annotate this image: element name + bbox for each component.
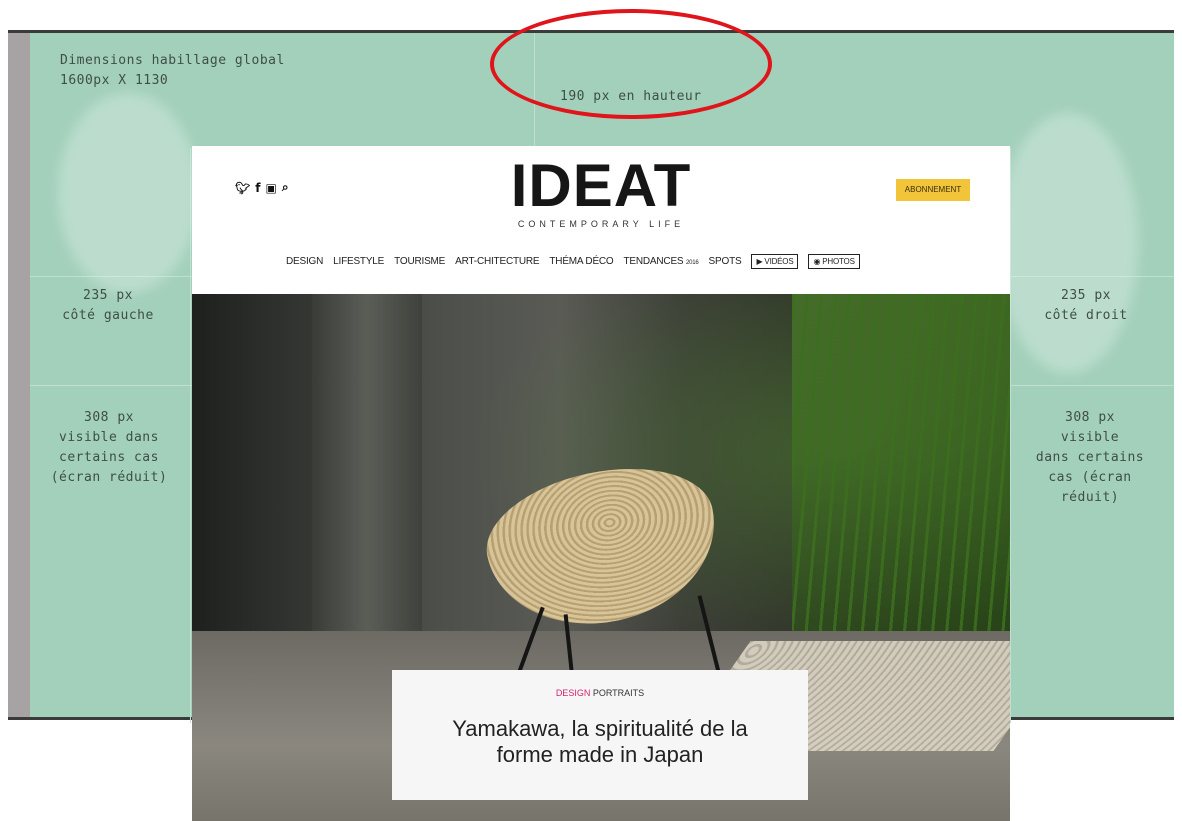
nav-tendances[interactable]: TENDANCES 2016 [624, 256, 699, 267]
right-308-line: 308 px [1065, 410, 1115, 425]
left-308-line: 308 px [84, 410, 134, 425]
grid-line [1008, 385, 1174, 386]
ideat-website: 🐦︎ f ▣ ⌕ IDEAT CONTEMPORARY LIFE ABONNEM… [192, 146, 1010, 821]
site-tagline: CONTEMPORARY LIFE [517, 219, 685, 229]
dimensions-line2: 1600px X 1130 [60, 73, 169, 88]
left-gray-bar [8, 33, 30, 717]
hero-image[interactable]: DESIGN PORTRAITS Yamakawa, la spirituali… [192, 294, 1010, 821]
left-235-note: 235 px côté gauche [48, 286, 168, 326]
bamboo-plants [792, 294, 1010, 674]
left-308-line: certains cas [59, 450, 159, 465]
dancer-silhouette-right [998, 113, 1138, 373]
concrete-pillar [312, 294, 422, 684]
dimensions-note: Dimensions habillage global 1600px X 113… [60, 51, 285, 91]
left-235-value: 235 px [83, 288, 133, 303]
nav-lifestyle[interactable]: LIFESTYLE [333, 256, 384, 267]
category-design[interactable]: DESIGN [556, 688, 591, 698]
right-235-value: 235 px [1061, 288, 1111, 303]
nav-videos-button[interactable]: ▶ VIDÉOS [751, 254, 799, 269]
right-308-line: cas (écran [1048, 470, 1132, 485]
rattan-chair-seat [474, 449, 732, 645]
red-highlight-ellipse [490, 9, 772, 119]
nav-tourisme[interactable]: TOURISME [394, 256, 445, 267]
subscribe-button[interactable]: ABONNEMENT [896, 179, 970, 201]
dancer-silhouette-left [58, 93, 198, 293]
article-caption[interactable]: DESIGN PORTRAITS Yamakawa, la spirituali… [392, 670, 808, 800]
left-235-label: côté gauche [62, 308, 154, 323]
grid-line [30, 385, 210, 386]
nav-tendances-label: TENDANCES [623, 256, 684, 267]
article-category: DESIGN PORTRAITS [392, 688, 808, 698]
right-308-line: réduit) [1060, 490, 1120, 505]
main-nav: DESIGN LIFESTYLE TOURISME ART-CHITECTURE… [286, 254, 860, 269]
right-308-line: dans certains [1035, 450, 1145, 465]
right-235-note: 235 px côté droit [1026, 286, 1146, 326]
nav-thema-deco[interactable]: THÉMA DÉCO [549, 256, 613, 267]
nav-spots[interactable]: SPOTS [709, 256, 742, 267]
left-308-note: 308 px visible dans certains cas (écran … [46, 408, 172, 488]
nav-design[interactable]: DESIGN [286, 256, 323, 267]
right-308-note: 308 px visible dans certains cas (écran … [1028, 408, 1152, 508]
site-header: 🐦︎ f ▣ ⌕ IDEAT CONTEMPORARY LIFE ABONNEM… [192, 146, 1010, 294]
category-portraits[interactable]: PORTRAITS [590, 688, 644, 698]
right-235-label: côté droit [1044, 308, 1128, 323]
nav-photos-button[interactable]: ◉ PHOTOS [808, 254, 860, 269]
nav-architecture[interactable]: ART-CHITECTURE [455, 256, 539, 267]
dimensions-line1: Dimensions habillage global [60, 53, 285, 68]
site-logo[interactable]: IDEAT [192, 156, 1010, 216]
right-308-line: visible [1060, 430, 1120, 445]
left-308-line: (écran réduit) [50, 470, 168, 485]
left-308-line: visible dans [59, 430, 159, 445]
nav-tendances-year: 2016 [685, 260, 699, 266]
article-title[interactable]: Yamakawa, la spiritualité de la forme ma… [392, 716, 808, 768]
